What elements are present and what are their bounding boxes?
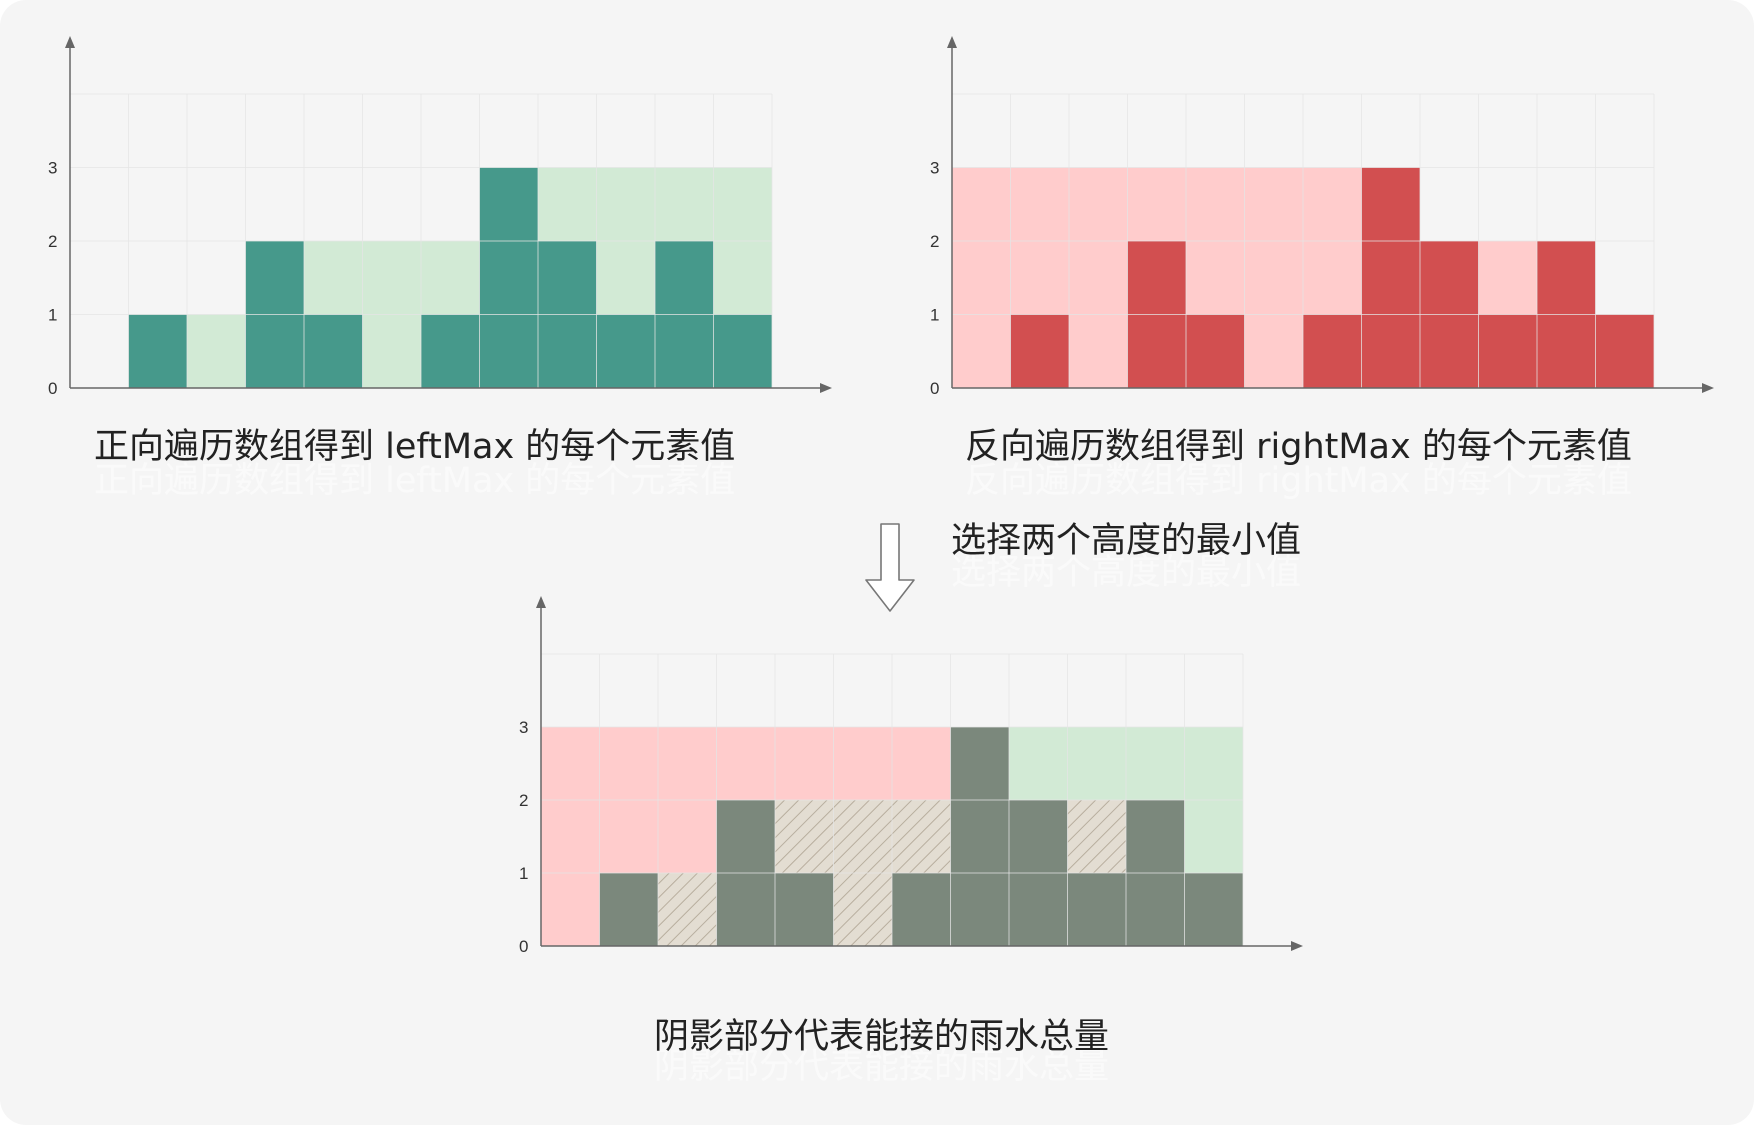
caption-rightmax: 反向遍历数组得到 rightMax 的每个元素值 <box>965 427 1632 467</box>
rightmax-cell <box>1478 241 1537 315</box>
height-bar <box>1010 314 1069 388</box>
height-bar <box>775 873 834 946</box>
y-tick-label: 2 <box>48 232 57 251</box>
leftmax-cell <box>538 167 597 241</box>
y-tick-label: 0 <box>48 379 57 398</box>
trapped-water-cell <box>892 800 951 873</box>
height-bar <box>128 314 187 388</box>
y-tick-label: 1 <box>519 864 528 883</box>
height-bar <box>599 873 658 946</box>
rightmax-excess-cell <box>716 727 775 800</box>
y-tick-label: 2 <box>930 232 939 251</box>
leftmax-cell <box>187 314 246 388</box>
height-bar <box>892 873 951 946</box>
caption-left-reflection: 正向遍历数组得到 leftMax 的每个元素值 <box>94 461 735 501</box>
height-bar <box>1478 314 1537 388</box>
height-bar <box>1184 873 1243 946</box>
trapped-water-cell <box>658 873 717 946</box>
height-bar <box>1361 167 1420 388</box>
caption-leftmax: 正向遍历数组得到 leftMax 的每个元素值 <box>94 427 735 467</box>
height-bar <box>596 314 655 388</box>
trapped-water-cell <box>775 800 834 873</box>
background-panel <box>0 0 1754 1125</box>
caption-right-reflection: 反向遍历数组得到 rightMax 的每个元素值 <box>965 461 1632 501</box>
caption-trapped-water: 阴影部分代表能接的雨水总量 <box>654 1017 1109 1057</box>
height-bar <box>1303 314 1362 388</box>
y-tick-label: 3 <box>48 159 57 178</box>
y-tick-label: 0 <box>519 937 528 956</box>
height-bar <box>479 167 538 388</box>
rightmax-cell <box>1069 167 1128 388</box>
leftmax-excess-cell <box>1009 727 1068 800</box>
rightmax-excess-cell <box>892 727 951 800</box>
leftmax-cell <box>421 241 480 315</box>
caption-min-height: 选择两个高度的最小值 <box>951 521 1301 561</box>
leftmax-excess-cell <box>1067 727 1126 800</box>
rightmax-cell <box>952 167 1011 388</box>
trapping-rain-water-diagram: 0 1 2 3 0 1 2 3 0 1 2 3 正向遍历数组得到 leftMax 的每个元素值 正… <box>0 0 1754 1125</box>
y-tick-label: 2 <box>519 791 528 810</box>
height-bar <box>421 314 480 388</box>
rightmax-excess-cell <box>775 727 834 800</box>
y-tick-label: 1 <box>48 306 57 325</box>
height-bar <box>1595 314 1654 388</box>
y-tick-label: 3 <box>930 159 939 178</box>
height-bar <box>1067 873 1126 946</box>
height-bar <box>713 314 772 388</box>
rightmax-cell <box>1244 167 1303 388</box>
leftmax-cell <box>655 167 714 241</box>
leftmax-cell <box>304 241 363 315</box>
leftmax-excess-cell <box>1126 727 1185 800</box>
height-bar <box>950 727 1009 946</box>
rightmax-excess-cell <box>541 727 600 946</box>
rightmax-cell <box>1127 167 1186 241</box>
height-bar <box>304 314 363 388</box>
trapped-water-cell <box>1067 800 1126 873</box>
rightmax-excess-cell <box>833 727 892 800</box>
height-bar <box>1186 314 1245 388</box>
y-tick-label: 3 <box>519 718 528 737</box>
y-tick-label: 1 <box>930 306 939 325</box>
y-tick-label: 0 <box>930 379 939 398</box>
